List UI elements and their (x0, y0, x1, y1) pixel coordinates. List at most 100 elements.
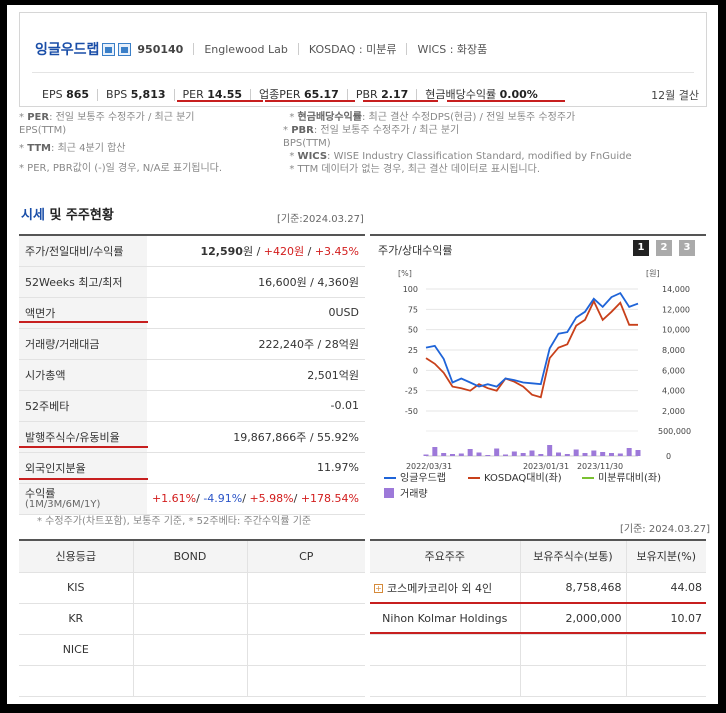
highlight-underline (265, 100, 355, 102)
base-date: [기준:2024.03.27] (277, 214, 364, 225)
volume-bar (547, 445, 553, 456)
volume-bar (617, 453, 623, 456)
table-row: 수익률 (1M/3M/6M/1Y) +1.61%/ -4.91%/ +5.98%/… (19, 483, 365, 515)
table-row: 액면가 0USD (19, 297, 365, 329)
ir-icon[interactable] (118, 42, 132, 56)
notes-right: * 현금배당수익률: 최근 결산 수정DPS(현금) / 전일 보통주 수정주가… (283, 112, 632, 175)
volume-bar (423, 454, 429, 456)
volume-bar (582, 453, 588, 456)
volume-tick-label: 500,000 (658, 427, 691, 436)
wics-sector: WICS : 화장품 (417, 43, 488, 56)
company-title-row: 잉글우드랩 950140 Englewood Lab KOSDAQ : 미분류 … (35, 39, 487, 59)
volume-bar (556, 452, 561, 456)
highlight-underline (447, 100, 565, 102)
table-row (370, 665, 706, 697)
volume-bar (520, 453, 526, 456)
quote-table: 주가/전일대비/수익률 12,590원 / +420원 / +3.45% 52W… (19, 234, 365, 515)
divider (193, 43, 195, 55)
highlight-underline (19, 478, 148, 480)
table-row: 주가/전일대비/수익률 12,590원 / +420원 / +3.45% (19, 235, 365, 267)
highlight-underline (370, 632, 706, 634)
y2-tick-label: 12,000 (662, 305, 690, 314)
y-tick-label: -25 (405, 387, 418, 396)
market: KOSDAQ : 미분류 (308, 43, 397, 56)
volume-bar (511, 451, 517, 456)
volume-bar (485, 455, 491, 456)
series-line (425, 291, 639, 388)
table-row: KR (19, 603, 365, 635)
company-header: 잉글우드랩 950140 Englewood Lab KOSDAQ : 미분류 … (19, 12, 707, 107)
y2-tick-label: 14,000 (662, 285, 690, 294)
y-tick-label: -50 (405, 407, 418, 416)
table-row: KIS (19, 572, 365, 604)
volume-bar (626, 448, 632, 456)
highlight-underline (19, 446, 148, 448)
volume-bar (432, 447, 438, 456)
volume-bar (600, 452, 606, 456)
company-name[interactable]: 잉글우드랩 (35, 39, 99, 59)
volume-bar (494, 448, 500, 456)
y-tick-label: 25 (408, 346, 418, 355)
y2-tick-label: 2,000 (662, 407, 685, 416)
frame: 잉글우드랩 950140 Englewood Lab KOSDAQ : 미분류 … (7, 5, 718, 704)
y2-tick-label: 8,000 (662, 346, 685, 355)
volume-bar (476, 452, 482, 456)
volume-bar (529, 450, 535, 456)
price-chart: [%] [원] 100 14,000 75 12,000 50 10,000 25 8,000 0 6… (384, 269, 691, 498)
x-tick-label: 2023/01/31 (523, 462, 569, 471)
stat-bps: BPS 5,813 (106, 88, 166, 101)
highlight-underline (177, 100, 263, 102)
header-divider (32, 72, 694, 73)
company-code: 950140 (137, 42, 184, 56)
table-row: 52Weeks 최고/최저 16,600원 / 4,360원 (19, 266, 365, 298)
x-tick-label: 2023/11/30 (577, 462, 623, 471)
legend-label: 잉글우드랩 (400, 472, 446, 484)
volume-bar (538, 454, 544, 456)
volume-bar (591, 450, 597, 456)
volume-bar (573, 449, 579, 456)
y-tick-label: 50 (408, 326, 418, 335)
table-row: + 코스메카코리아 외 4인 8,758,468 44.08 (370, 572, 706, 604)
y2-tick-label: 6,000 (662, 366, 685, 375)
volume-bar (450, 454, 455, 456)
table-row: 거래량/거래대금 222,240주 / 28억원 (19, 328, 365, 360)
legend-label: KOSDAQ대비(좌) (484, 472, 562, 484)
volume-bar (503, 454, 508, 456)
y-axis-unit: [%] (398, 269, 412, 278)
y2-tick-label: 10,000 (662, 326, 690, 335)
y-tick-label: 0 (413, 366, 418, 375)
section-title: 시세 및 주주현황 (21, 208, 114, 223)
table-row: Nihon Kolmar Holdings 2,000,000 10.07 (370, 603, 706, 635)
legend-label: 거래량 (400, 488, 428, 498)
highlight-underline (363, 100, 438, 102)
price-chart-panel: 주가/상대수익률 1 2 3 [%] [원] 100 14,000 75 12,000 50… (370, 234, 706, 498)
volume-bar (441, 453, 447, 456)
table-row: 시가총액 2,501억원 (19, 359, 365, 391)
volume-bar (635, 450, 641, 456)
legend-label: 미분류대비(좌) (598, 472, 661, 484)
y-tick-label: 100 (403, 285, 418, 294)
table-row (19, 665, 365, 697)
table-row (370, 634, 706, 666)
notes-left: * PER: 전일 보통주 수정주가 / 최근 분기 EPS(TTM) * TT… (19, 112, 223, 174)
quote-note: * 수정주가(차트포함), 보통주 기준, * 52주베타: 주간수익률 기준 (37, 516, 312, 527)
home-icon[interactable] (102, 42, 116, 56)
legend-swatch (384, 488, 394, 498)
table-row: NICE (19, 634, 365, 666)
shareholder-table: 주요주주 보유주식수(보통) 보유지분(%) + 코스메카코리아 외 4인 8,758,… (370, 539, 706, 697)
highlight-underline (370, 602, 706, 604)
volume-bar (467, 449, 473, 456)
divider (297, 43, 299, 55)
volume-tick-label: 0 (666, 452, 671, 461)
stat-eps: EPS 865 (42, 88, 90, 101)
highlight-underline (19, 321, 148, 323)
y-tick-label: 75 (408, 305, 418, 314)
settlement-month: 12월 결산 (651, 89, 699, 102)
credit-rating-table: 신용등급 BOND CP KIS KR NICE (19, 539, 365, 697)
volume-bar (458, 453, 464, 456)
x-tick-label: 2022/03/31 (406, 462, 452, 471)
y2-axis-unit: [원] (646, 269, 660, 278)
y2-tick-label: 4,000 (662, 387, 685, 396)
volume-bar (609, 453, 614, 456)
expand-icon[interactable]: + (374, 584, 383, 593)
